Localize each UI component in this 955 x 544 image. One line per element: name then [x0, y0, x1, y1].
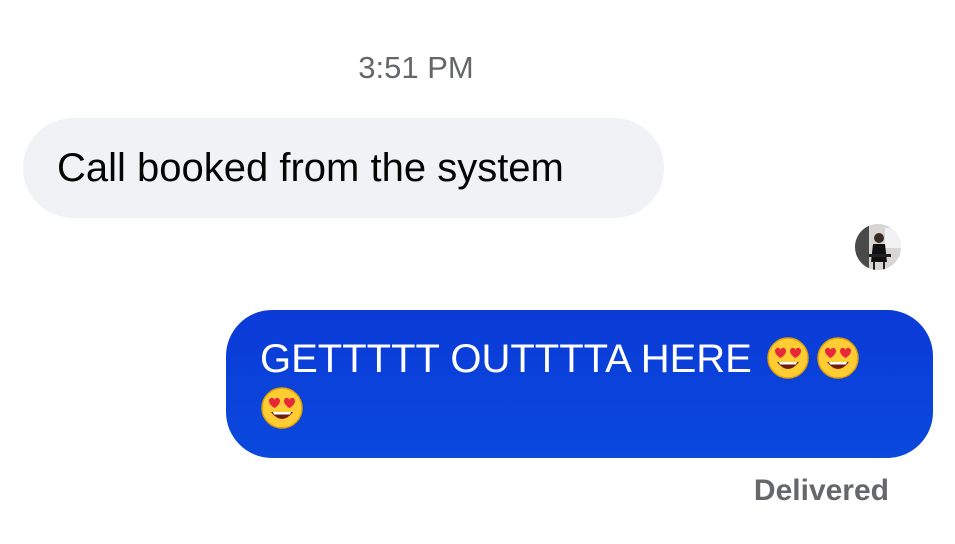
delivery-status: Delivered — [753, 474, 889, 507]
read-receipt-avatar — [855, 224, 901, 270]
heart-eyes-emoji-icon — [767, 337, 809, 379]
heart-eyes-emoji-icon — [261, 387, 303, 429]
incoming-message-bubble[interactable]: Call booked from the system — [23, 118, 664, 218]
user-avatar-icon — [855, 224, 901, 270]
heart-eyes-emoji-icon — [817, 337, 859, 379]
outgoing-message-text: GETTTTT OUTTTTA HERE — [260, 337, 752, 381]
chat-thread: 3:51 PM Call booked from the system GETT… — [0, 0, 955, 544]
incoming-message-text: Call booked from the system — [57, 145, 564, 190]
outgoing-message-bubble[interactable]: GETTTTT OUTTTTA HERE — [226, 310, 933, 458]
message-timestamp: 3:51 PM — [358, 50, 474, 85]
